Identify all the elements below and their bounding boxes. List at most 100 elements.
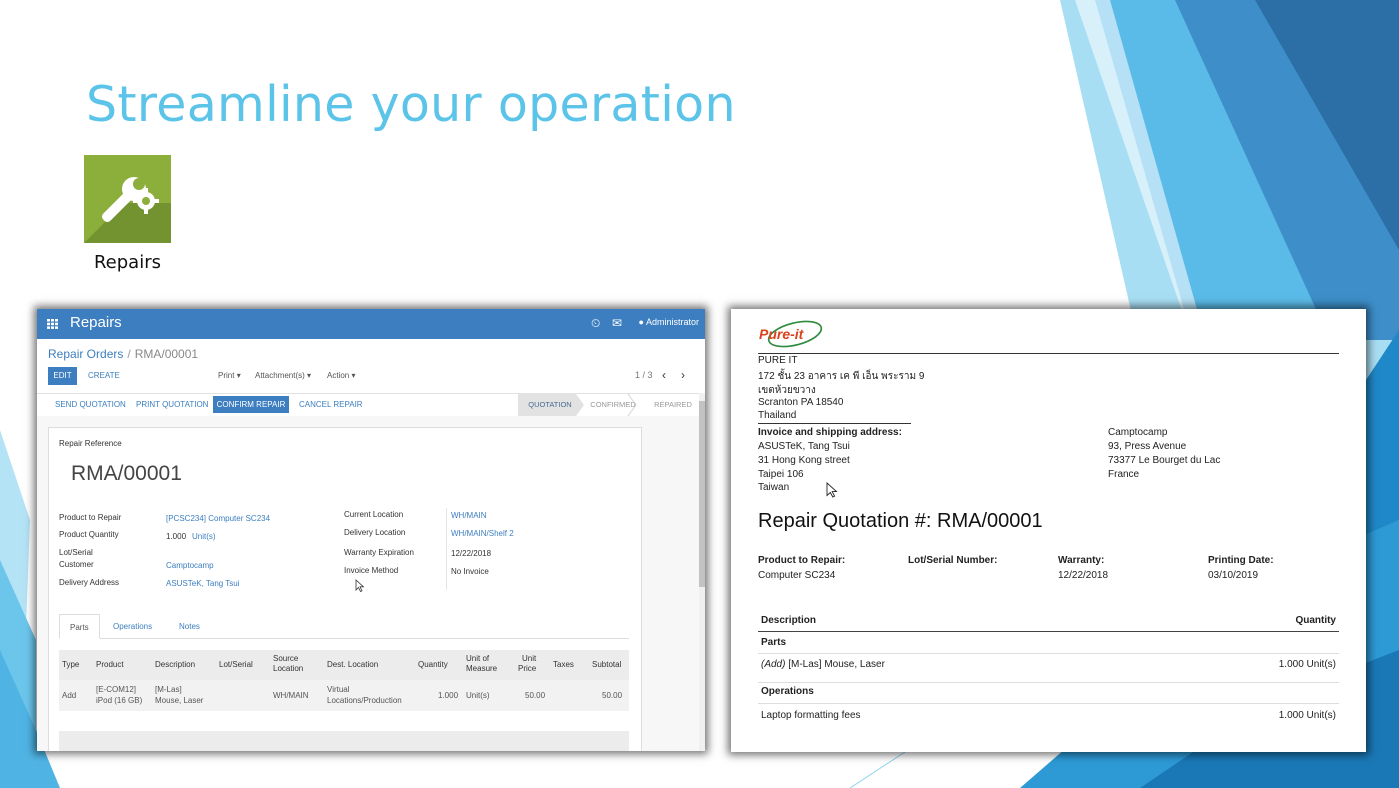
wrench-gear-icon — [84, 177, 171, 243]
info-warranty-label: Warranty: — [1058, 555, 1105, 566]
messages-icon[interactable]: ✉ — [612, 316, 622, 330]
tab-operations[interactable]: Operations — [103, 614, 162, 637]
user-menu[interactable]: ● Administrator — [639, 317, 699, 327]
customer-line-3: 73377 Le Bourget du Lac — [1108, 455, 1221, 466]
pager-next-icon[interactable]: › — [681, 368, 685, 382]
invoice-method-value: No Invoice — [451, 567, 489, 576]
invoice-line-4: Taiwan — [758, 482, 790, 493]
customer-line-2: 93, Press Avenue — [1108, 441, 1187, 452]
status-bar: SEND QUOTATION PRINT QUOTATION CONFIRM R… — [37, 393, 699, 417]
col-dest-location[interactable]: Dest. Location — [327, 660, 378, 670]
col-lot-serial[interactable]: Lot/Serial — [219, 660, 253, 670]
product-value[interactable]: [PCSC234] Computer SC234 — [166, 514, 270, 523]
invoice-line-2: 31 Hong Kong street — [758, 455, 850, 466]
scrollbar[interactable] — [699, 393, 705, 751]
row-product-name: iPod (16 GB) — [96, 696, 143, 705]
row-dest-line1: Virtual — [327, 685, 350, 694]
attachments-menu[interactable]: Attachment(s) ▾ — [255, 371, 311, 380]
action-menu[interactable]: Action ▾ — [327, 371, 355, 380]
col-uom[interactable]: Unit of Measure — [466, 654, 497, 674]
product-label: Product to Repair — [59, 513, 122, 522]
form-sheet: Repair Reference RMA/00001 Product to Re… — [48, 427, 642, 751]
col-type[interactable]: Type — [62, 660, 79, 670]
lines-header-rule — [758, 631, 1339, 632]
stage-repaired[interactable]: REPAIRED — [651, 394, 695, 416]
stage-quotation: QUOTATION — [528, 400, 572, 409]
row-product: [E-COM12] iPod (16 GB) — [96, 684, 142, 706]
col-description[interactable]: Description — [155, 660, 195, 670]
tab-parts[interactable]: Parts — [59, 614, 100, 639]
quantity-label: Product Quantity — [59, 530, 119, 539]
col-unit-price[interactable]: Unit Price — [518, 654, 536, 674]
print-quotation-button[interactable]: PRINT QUOTATION — [136, 400, 208, 409]
company-line-5: Thailand — [758, 410, 797, 421]
lot-serial-label: Lot/Serial — [59, 548, 93, 557]
col-subtotal[interactable]: Subtotal — [592, 660, 621, 670]
delivery-location-value[interactable]: WH/MAIN/Shelf 2 — [451, 529, 514, 538]
repairs-app-icon — [84, 155, 171, 243]
part-line: (Add) [M-Las] Mouse, Laser — [761, 659, 885, 670]
delivery-address-value[interactable]: ASUSTeK, Tang Tsui — [166, 579, 240, 588]
notebook-tabs: Parts Operations Notes — [59, 614, 629, 639]
company-rule — [758, 423, 911, 424]
info-product-label: Product to Repair: — [758, 555, 846, 566]
repair-quotation-document: Pure-it PURE IT 172 ชั้น 23 อาคาร เค พี … — [731, 309, 1366, 752]
current-location-label: Current Location — [344, 510, 404, 519]
edit-button[interactable]: EDIT — [48, 367, 77, 385]
col-price-line2: Price — [518, 664, 537, 673]
row-price: 50.00 — [525, 691, 546, 700]
row-divider — [758, 682, 1339, 683]
col-source-line1: Source — [273, 654, 299, 663]
activity-icon[interactable]: ⏲ — [591, 316, 600, 331]
col-quantity[interactable]: Quantity — [418, 660, 448, 670]
col-source-location[interactable]: Source Location — [273, 654, 303, 674]
part-prefix: (Add) — [761, 659, 786, 670]
header-rule — [758, 353, 1339, 354]
delivery-location-label: Delivery Location — [344, 528, 406, 537]
breadcrumb-repair-orders[interactable]: Repair Orders — [48, 347, 123, 361]
logo-text: Pure-it — [759, 326, 805, 342]
parts-section-label: Parts — [761, 637, 787, 648]
send-quotation-button[interactable]: SEND QUOTATION — [55, 400, 126, 409]
apps-grid-icon[interactable] — [47, 319, 58, 329]
lines-quantity-header: Quantity — [1295, 615, 1336, 626]
pager-value: 1 / 3 — [635, 370, 653, 380]
pager-previous-icon[interactable]: ‹ — [662, 368, 666, 382]
row-dest: Virtual Locations/Production — [327, 684, 402, 706]
col-taxes[interactable]: Taxes — [553, 660, 574, 670]
cancel-repair-button[interactable]: CANCEL REPAIR — [299, 400, 363, 409]
col-uom-line2: Measure — [466, 664, 498, 673]
invoice-line-3: Taipei 106 — [758, 469, 804, 480]
col-price-line1: Unit — [522, 654, 537, 663]
row-divider — [758, 653, 1339, 654]
stage-confirmed[interactable]: CONFIRMED — [589, 394, 637, 416]
customer-value[interactable]: Camptocamp — [166, 561, 214, 570]
repair-order-window: Repairs ⏲ ✉ ● Administrator Repair Order… — [37, 309, 705, 751]
quantity-value: 1.000 — [166, 532, 187, 541]
print-menu[interactable]: Print ▾ — [218, 371, 241, 380]
invoice-method-label: Invoice Method — [344, 566, 399, 575]
row-type: Add — [62, 691, 77, 700]
field-divider — [446, 508, 447, 590]
action-menu-label: Action — [327, 371, 350, 380]
row-subtotal: 50.00 — [602, 691, 623, 700]
col-product[interactable]: Product — [96, 660, 124, 670]
row-source: WH/MAIN — [273, 691, 309, 700]
slide-title: Streamline your operation — [86, 76, 736, 133]
part-quantity: 1.000 Unit(s) — [1278, 659, 1336, 670]
invoice-address-heading: Invoice and shipping address: — [758, 427, 902, 438]
scrollbar-thumb[interactable] — [699, 401, 705, 587]
info-printing-label: Printing Date: — [1208, 555, 1274, 566]
tab-notes[interactable]: Notes — [169, 614, 210, 637]
warranty-value: 12/22/2018 — [451, 549, 492, 558]
current-location-value[interactable]: WH/MAIN — [451, 511, 487, 520]
row-description-name: Mouse, Laser — [155, 696, 204, 705]
create-button[interactable]: CREATE — [88, 371, 120, 380]
app-title: Repairs — [70, 314, 122, 331]
repair-reference-value: RMA/00001 — [71, 462, 182, 485]
quantity-uom[interactable]: Unit(s) — [192, 532, 216, 541]
confirm-repair-button[interactable]: CONFIRM REPAIR — [213, 396, 289, 413]
part-name: [M-Las] Mouse, Laser — [788, 659, 885, 670]
customer-label: Customer — [59, 560, 94, 569]
table-row[interactable]: Add [E-COM12] iPod (16 GB) [M-Las] Mouse, … — [59, 680, 629, 711]
